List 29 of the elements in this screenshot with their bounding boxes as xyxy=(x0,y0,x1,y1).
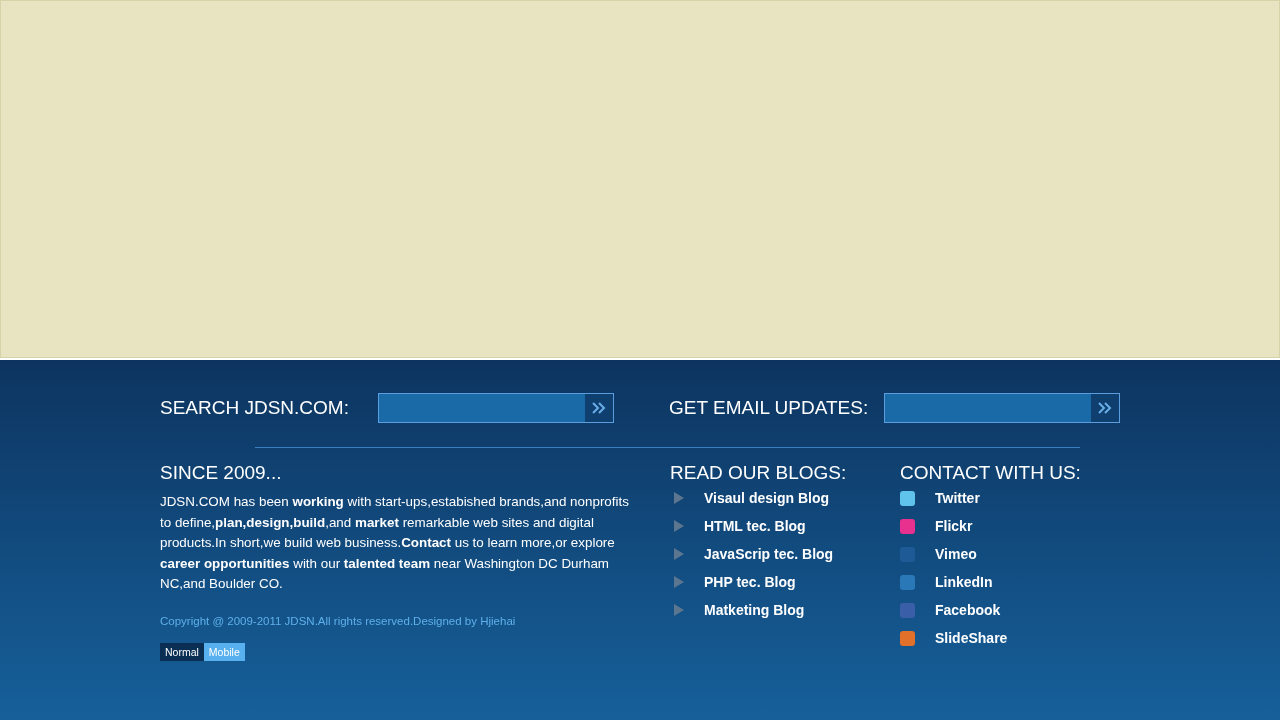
blog-link[interactable]: HTML tec. Blog xyxy=(704,518,806,534)
blog-link[interactable]: Matketing Blog xyxy=(704,602,805,618)
triangle-bullet-icon xyxy=(674,520,684,532)
search-label: SEARCH JDSN.COM: xyxy=(160,397,350,419)
blog-link[interactable]: PHP tec. Blog xyxy=(704,574,796,590)
double-chevron-icon xyxy=(591,401,607,415)
copyright-text: Copyright @ 2009-2011 JDSN.All rights reserved.Designed by Hjiehai xyxy=(160,614,517,627)
contact-heading: CONTACT WITH US: xyxy=(900,462,1081,484)
social-link[interactable]: SlideShare xyxy=(935,630,1008,646)
search-button[interactable] xyxy=(585,394,613,422)
triangle-bullet-icon xyxy=(674,492,684,504)
social-link[interactable]: Twitter xyxy=(935,490,980,506)
double-chevron-icon xyxy=(1097,401,1113,415)
blog-link[interactable]: JavaScrip tec. Blog xyxy=(704,546,834,562)
triangle-bullet-icon xyxy=(674,604,684,616)
search-field[interactable] xyxy=(378,393,614,423)
social-link[interactable]: LinkedIn xyxy=(935,574,993,590)
social-link[interactable]: Facebook xyxy=(935,602,1001,618)
subscribe-button[interactable] xyxy=(1091,394,1119,422)
view-toggle[interactable]: Normal xyxy=(160,642,204,661)
social-link[interactable]: Vimeo xyxy=(935,546,977,562)
social-link[interactable]: Flickr xyxy=(935,518,973,534)
about-heading: SINCE 2009... xyxy=(160,462,283,484)
email-field[interactable] xyxy=(884,393,1120,423)
blogs-heading: READ OUR BLOGS: xyxy=(670,462,848,484)
blog-link[interactable]: Visaul design Blog xyxy=(704,490,829,506)
triangle-bullet-icon xyxy=(674,548,684,560)
triangle-bullet-icon xyxy=(674,576,684,588)
about-paragraph: JDSN.COM has been working with start-ups,estabished brands,and nonprofits to define,plan,design,build,and market remarkable web sites and digital products.In short,we build web business.Contact us to learn more,or explore career opportunities with our talented team near Washington DC Durham NC,and Boulder CO. xyxy=(160,493,630,593)
